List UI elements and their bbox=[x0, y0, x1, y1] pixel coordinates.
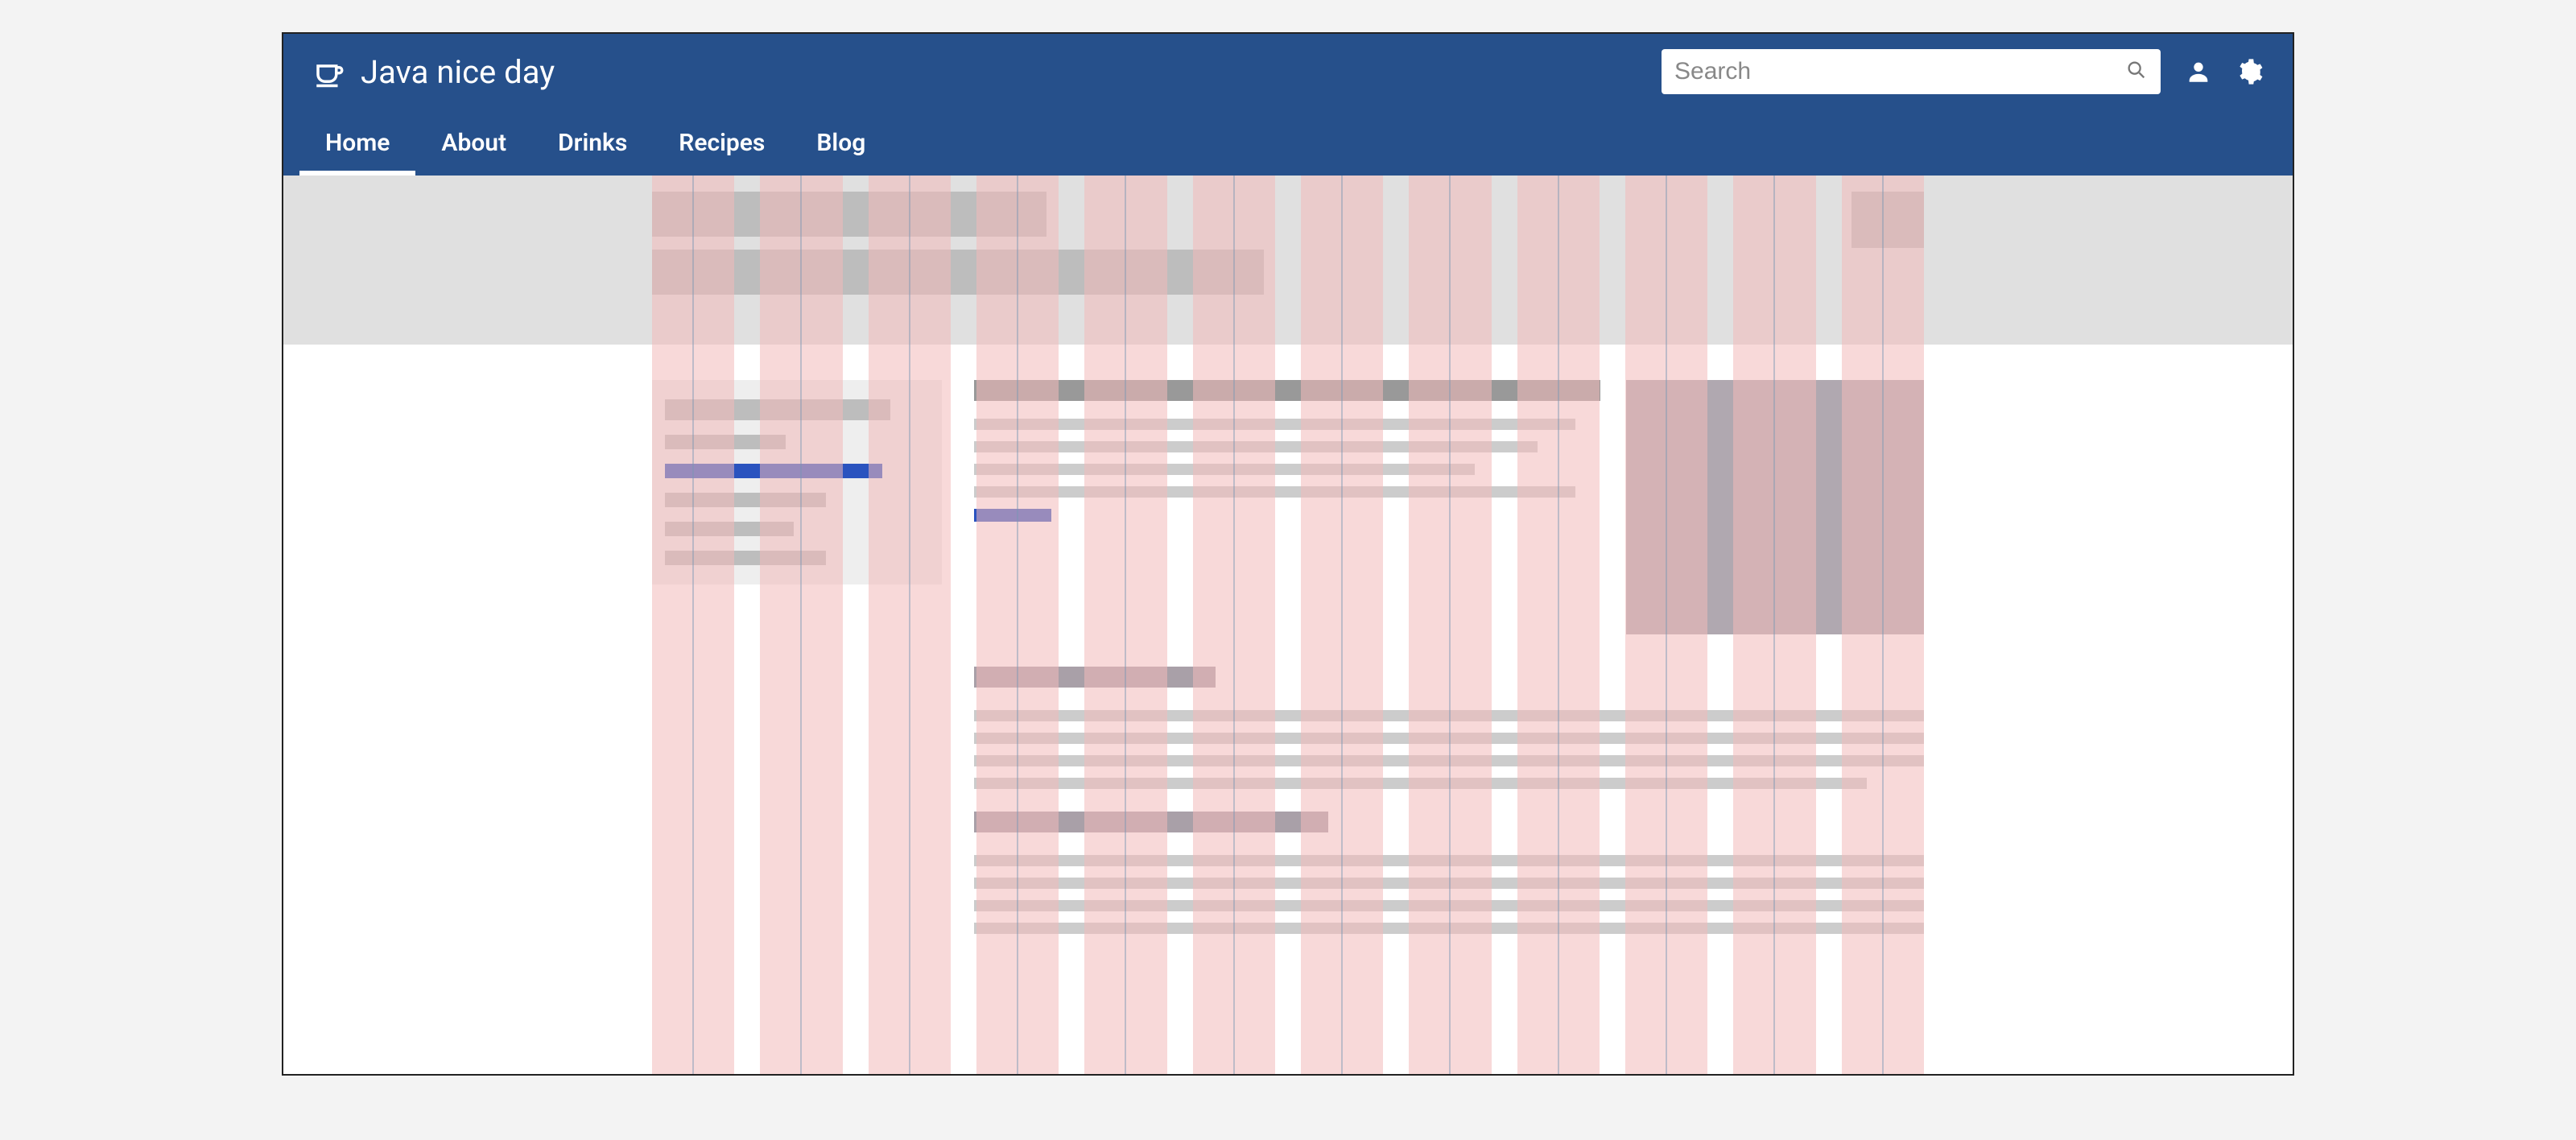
article-thumbnail-placeholder bbox=[1626, 380, 1924, 634]
paragraph-placeholder bbox=[974, 710, 1924, 812]
article-heading-placeholder bbox=[974, 380, 1600, 401]
text-line-placeholder bbox=[974, 733, 1924, 744]
nav-tabs: Home About Drinks Recipes Blog bbox=[283, 109, 2293, 176]
nav-tab-label: Recipes bbox=[679, 129, 765, 157]
sidebar-item-placeholder[interactable] bbox=[665, 551, 826, 565]
user-icon[interactable] bbox=[2185, 58, 2212, 85]
sidebar-item-placeholder[interactable] bbox=[665, 493, 826, 507]
search-input[interactable] bbox=[1674, 58, 2125, 85]
text-line-placeholder bbox=[974, 755, 1924, 766]
hero-subtitle-placeholder bbox=[652, 250, 1264, 295]
nav-tab-label: Home bbox=[325, 129, 390, 157]
header-right bbox=[1662, 49, 2264, 94]
brand[interactable]: Java nice day bbox=[312, 53, 555, 91]
text-line-placeholder bbox=[974, 778, 1867, 789]
search-icon[interactable] bbox=[2125, 59, 2148, 85]
nav-tab-about[interactable]: About bbox=[415, 109, 532, 176]
paragraph-placeholder bbox=[974, 855, 1924, 945]
text-line-placeholder bbox=[974, 855, 1924, 866]
nav-tab-recipes[interactable]: Recipes bbox=[653, 109, 791, 176]
article-block bbox=[974, 380, 1924, 634]
article-link-placeholder[interactable] bbox=[974, 509, 1051, 522]
search-box[interactable] bbox=[1662, 49, 2161, 94]
hero-title-placeholder bbox=[652, 192, 1046, 237]
text-line-placeholder bbox=[974, 923, 1924, 934]
nav-tab-home[interactable]: Home bbox=[299, 109, 415, 176]
text-line-placeholder bbox=[974, 710, 1924, 721]
text-line-placeholder bbox=[974, 486, 1575, 498]
sidebar-card bbox=[652, 380, 942, 584]
nav-tab-label: Drinks bbox=[558, 129, 627, 157]
header-bar: Java nice day bbox=[283, 34, 2293, 109]
cup-icon bbox=[312, 55, 346, 89]
section-heading-placeholder bbox=[974, 812, 1328, 832]
text-line-placeholder bbox=[974, 900, 1924, 911]
nav-tab-label: About bbox=[441, 129, 506, 157]
nav-tab-blog[interactable]: Blog bbox=[791, 109, 891, 176]
gear-icon[interactable] bbox=[2236, 58, 2264, 85]
hero-section bbox=[283, 176, 2293, 345]
nav-tab-label: Blog bbox=[816, 129, 865, 157]
sidebar-item-placeholder[interactable] bbox=[665, 522, 794, 536]
text-line-placeholder bbox=[974, 441, 1538, 452]
text-line-placeholder bbox=[974, 878, 1924, 889]
main-column bbox=[974, 380, 1924, 945]
brand-title: Java nice day bbox=[361, 53, 555, 91]
sidebar-item-placeholder[interactable] bbox=[665, 435, 786, 449]
text-line-placeholder bbox=[974, 464, 1475, 475]
nav-tab-drinks[interactable]: Drinks bbox=[532, 109, 653, 176]
app-window: Java nice day bbox=[282, 32, 2294, 1076]
sidebar-heading-placeholder bbox=[665, 399, 890, 420]
body-area bbox=[283, 380, 2293, 945]
sidebar-link-placeholder[interactable] bbox=[665, 464, 882, 478]
section-heading-placeholder bbox=[974, 667, 1216, 688]
hero-badge-placeholder bbox=[1852, 192, 1924, 248]
text-line-placeholder bbox=[974, 419, 1575, 430]
